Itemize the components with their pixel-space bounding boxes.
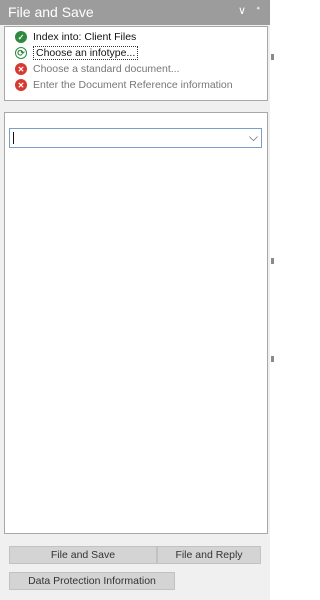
edge-mark [271, 54, 274, 60]
pending-icon: ⟳ [15, 47, 27, 59]
pin-icon[interactable]: ᐩ [256, 4, 260, 18]
steps-panel: ✓ Index into: Client Files ⟳ Choose an i… [4, 26, 268, 101]
step-label: Enter the Document Reference information [33, 79, 233, 91]
file-and-save-pane: File and Save ∨ ᐩ ✓ Index into: Client F… [0, 0, 271, 600]
chevron-down-icon[interactable]: ⌵ [249, 130, 258, 145]
file-and-save-button[interactable]: File and Save [9, 546, 157, 564]
step-label: Choose a standard document... [33, 63, 180, 75]
file-and-reply-button[interactable]: File and Reply [157, 546, 261, 564]
data-protection-information-button[interactable]: Data Protection Information [9, 572, 175, 590]
step-choose-infotype[interactable]: ⟳ Choose an infotype... [15, 46, 139, 60]
error-x-icon: ✕ [15, 63, 27, 75]
edge-mark [271, 258, 274, 264]
pane-options-chevron-icon[interactable]: ∨ [238, 4, 246, 18]
text-caret [13, 132, 14, 144]
check-icon: ✓ [15, 31, 27, 43]
error-x-icon: ✕ [15, 79, 27, 91]
document-edge [270, 0, 275, 600]
infotype-select[interactable]: ⌵ [9, 128, 262, 148]
step-label: Index into: Client Files [33, 31, 137, 43]
step-label[interactable]: Choose an infotype... [33, 46, 139, 60]
pane-title: File and Save [8, 4, 94, 20]
step-choose-standard-document: ✕ Choose a standard document... [15, 62, 180, 76]
pane-titlebar: File and Save ∨ ᐩ [0, 0, 270, 25]
step-enter-document-reference: ✕ Enter the Document Reference informati… [15, 78, 233, 92]
step-index-into: ✓ Index into: Client Files [15, 30, 136, 44]
edge-mark [271, 356, 274, 362]
infotype-panel: ⌵ [4, 112, 268, 534]
